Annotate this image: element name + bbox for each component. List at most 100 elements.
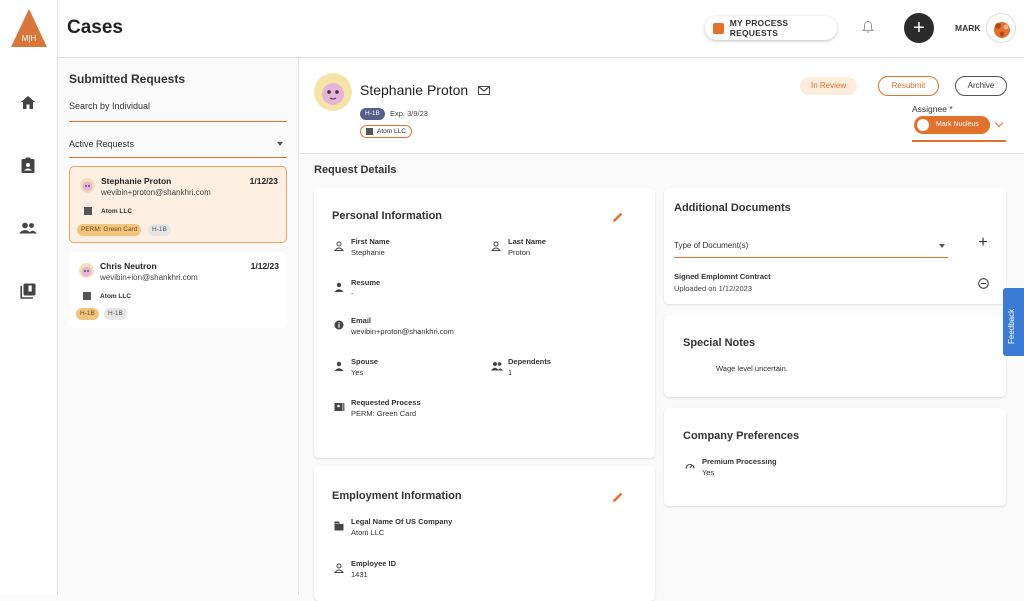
assignee-name: Mark Nucleus — [936, 121, 979, 128]
resume-value: - — [351, 289, 354, 298]
avatar — [79, 263, 94, 278]
spouse-label: Spouse — [351, 357, 379, 366]
add-document-icon[interactable]: + — [976, 235, 990, 251]
request-tag: H-1B — [148, 224, 171, 236]
premium-processing-label: Premium Processing — [702, 457, 777, 466]
my-process-requests-button[interactable]: MY PROCESS REQUESTS — [705, 16, 837, 40]
my-process-requests-label: MY PROCESS REQUESTS — [729, 18, 789, 38]
add-button[interactable]: + — [904, 13, 934, 43]
person-outline-icon — [490, 238, 502, 251]
employment-information-card: Employment Information Legal Name Of US … — [314, 466, 655, 601]
request-date: 1/12/23 — [250, 261, 279, 271]
feedback-tab[interactable]: Feedback — [1003, 288, 1024, 356]
home-icon[interactable] — [16, 90, 40, 114]
avatar — [314, 73, 352, 111]
profile-header: Stephanie Proton H-1B Exp. 3/9/23 Atom L… — [300, 58, 1024, 154]
company-chip: Atom LLC — [360, 125, 412, 138]
mail-icon[interactable] — [478, 86, 490, 95]
avatar — [80, 178, 95, 193]
person-icon — [334, 358, 344, 371]
document-name: Signed Emplomnt Contract — [674, 272, 771, 281]
company-chip-label: Atom LLC — [377, 128, 406, 135]
last-name-value: Proton — [508, 248, 531, 257]
contact-card-icon — [334, 399, 345, 411]
document-type-placeholder: Type of Document(s) — [674, 241, 749, 250]
visa-badge: H-1B — [360, 108, 385, 120]
spouse-value: Yes — [351, 368, 364, 377]
request-card[interactable]: Chris Neutron 1/12/23 wevibin+ion@shankh… — [69, 252, 287, 328]
search-input[interactable]: Search by Individual — [69, 98, 287, 122]
building-icon — [84, 207, 92, 215]
request-details-title: Request Details — [314, 164, 397, 176]
special-notes-card: Special Notes Wage level uncertain. — [664, 315, 1006, 397]
document-type-select[interactable]: Type of Document(s) — [674, 234, 948, 258]
building-icon — [334, 518, 344, 531]
bell-icon[interactable] — [861, 20, 875, 34]
dropdown-arrow-icon — [277, 142, 283, 146]
dependents-value: 1 — [508, 368, 513, 377]
first-name-label: First Name — [351, 237, 390, 246]
request-filter-select[interactable]: Active Requests — [69, 136, 287, 158]
first-name-value: Stephanie — [351, 248, 385, 257]
user-name: MARK — [955, 23, 981, 33]
request-email: wevibin+ion@shankhri.com — [100, 273, 198, 282]
card-title: Company Preferences — [683, 430, 800, 442]
assignee-underline — [912, 140, 1006, 142]
people-icon — [491, 358, 503, 371]
request-date: 1/12/23 — [249, 176, 278, 186]
user-avatar[interactable] — [986, 13, 1016, 43]
submitted-requests-title: Submitted Requests — [69, 72, 186, 86]
card-title: Personal Information — [332, 210, 443, 222]
person-outline-icon — [333, 238, 345, 251]
special-notes-text: Wage level uncertain. — [716, 364, 788, 373]
visa-expiry: Exp. 3/9/23 — [390, 109, 428, 118]
chevron-down-icon[interactable] — [994, 118, 1004, 128]
nav-rail: M|H — [0, 0, 58, 595]
status-badge: In Review — [800, 77, 858, 95]
request-name: Chris Neutron — [100, 261, 157, 271]
request-email: wevibin+proton@shankhri.com — [101, 188, 211, 197]
speed-icon — [685, 458, 695, 469]
requested-process-label: Requested Process — [351, 398, 421, 407]
person-outline-icon — [333, 560, 345, 573]
assignee-label: Assignee * — [912, 104, 953, 114]
email-value: wevibin+proton@shankhri.com — [351, 327, 454, 336]
assignment-icon[interactable] — [16, 153, 40, 177]
employee-id-label: Employee ID — [351, 559, 397, 568]
request-tag: PERM: Green Card — [77, 224, 142, 236]
request-company: Atom LLC — [100, 293, 132, 300]
request-company: Atom LLC — [101, 208, 133, 215]
premium-processing-value: Yes — [702, 468, 715, 477]
page-title: Cases — [67, 17, 123, 38]
person-icon — [334, 279, 344, 292]
logo[interactable]: M|H — [10, 8, 48, 48]
request-tag: H-1B — [104, 308, 127, 320]
people-icon[interactable] — [16, 216, 40, 240]
card-title: Additional Documents — [674, 202, 791, 214]
remove-circle-icon[interactable] — [978, 276, 989, 289]
building-icon — [83, 292, 91, 300]
request-filter-value: Active Requests — [69, 139, 135, 149]
dropdown-arrow-icon — [939, 244, 945, 248]
request-name: Stephanie Proton — [101, 176, 172, 186]
company-name-value: Atom LLC — [351, 528, 385, 537]
additional-documents-card: Additional Documents Type of Document(s)… — [664, 188, 1006, 304]
briefcase-icon — [713, 22, 724, 34]
edit-icon[interactable] — [612, 490, 624, 502]
edit-icon[interactable] — [612, 210, 624, 222]
resume-label: Resume — [351, 278, 381, 287]
email-label: Email — [351, 316, 372, 325]
assignee-chip[interactable]: Mark Nucleus — [914, 116, 990, 134]
archive-button[interactable]: Archive — [955, 76, 1007, 96]
resubmit-button[interactable]: Resubmit — [878, 76, 939, 96]
last-name-label: Last Name — [508, 237, 546, 246]
card-title: Employment Information — [332, 490, 462, 502]
personal-information-card: Personal Information First Name Stephani… — [314, 188, 655, 458]
company-preferences-card: Company Preferences Premium Processing Y… — [664, 408, 1006, 506]
top-bar: Cases MY PROCESS REQUESTS + MARK — [58, 0, 1024, 58]
submitted-requests-panel: Submitted Requests Search by Individual … — [58, 58, 299, 595]
request-card[interactable]: Stephanie Proton 1/12/23 wevibin+proton@… — [69, 166, 287, 243]
library-icon[interactable] — [16, 279, 40, 303]
info-icon — [334, 317, 344, 330]
main-content: Stephanie Proton H-1B Exp. 3/9/23 Atom L… — [300, 58, 1024, 601]
